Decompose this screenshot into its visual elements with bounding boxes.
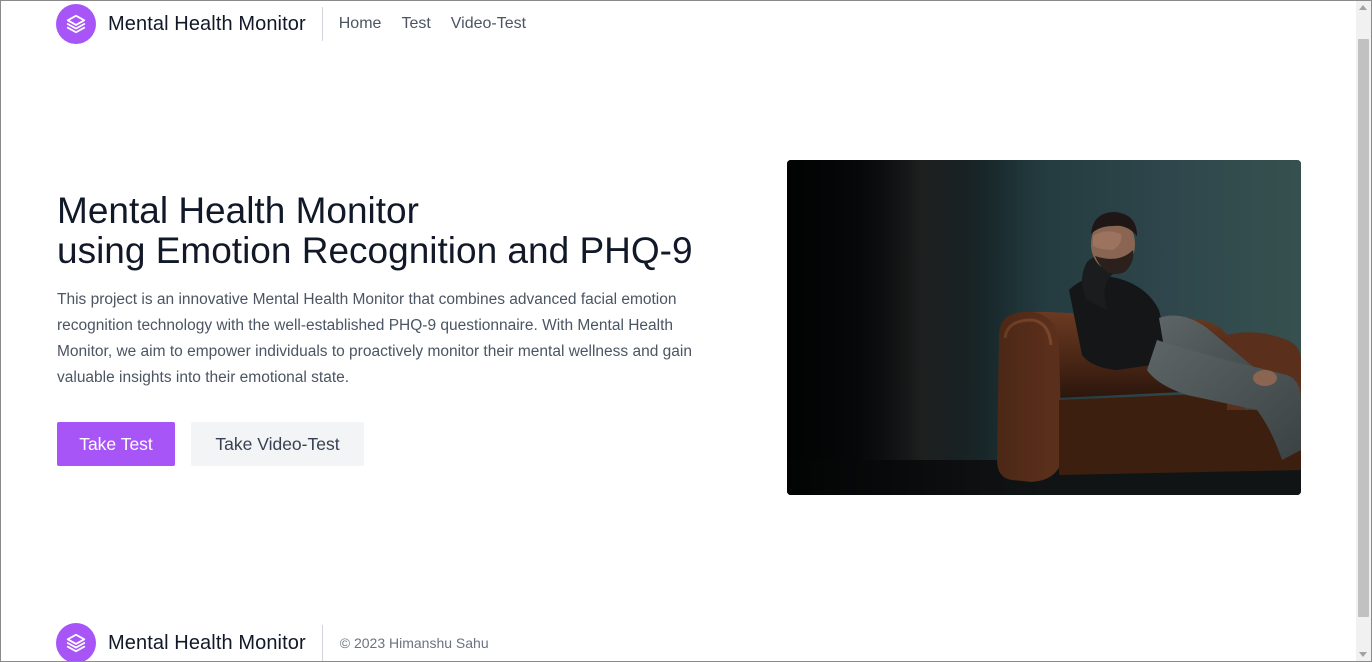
hero-title-line-1: Mental Health Monitor <box>57 190 419 231</box>
hero-title-line-2: using Emotion Recognition and PHQ-9 <box>57 230 693 271</box>
nav-link-home[interactable]: Home <box>339 15 382 33</box>
hero-illustration <box>787 160 1301 495</box>
header-divider <box>321 7 323 41</box>
copyright-text: © 2023 Himanshu Sahu <box>339 635 489 651</box>
site-header: Mental Health Monitor Home Test Video-Te… <box>56 4 526 44</box>
take-test-button[interactable]: Take Test <box>57 422 175 466</box>
hero-title: Mental Health Monitor using Emotion Reco… <box>57 191 693 271</box>
scroll-up-arrow-icon[interactable] <box>1359 5 1367 10</box>
nav-link-test[interactable]: Test <box>401 15 430 33</box>
main-nav: Home Test Video-Test <box>339 15 526 33</box>
nav-link-video-test[interactable]: Video-Test <box>451 15 526 33</box>
take-video-test-button[interactable]: Take Video-Test <box>191 422 364 466</box>
hero-image <box>787 160 1301 495</box>
vertical-scrollbar[interactable] <box>1356 1 1371 661</box>
site-footer: Mental Health Monitor © 2023 Himanshu Sa… <box>56 623 489 661</box>
scroll-down-arrow-icon[interactable] <box>1359 652 1367 657</box>
hero-description: This project is an innovative Mental Hea… <box>57 291 692 386</box>
scrollbar-thumb[interactable] <box>1358 39 1369 617</box>
layers-icon[interactable] <box>56 623 96 661</box>
footer-brand-title[interactable]: Mental Health Monitor <box>108 632 306 655</box>
layers-icon[interactable] <box>56 4 96 44</box>
brand-title[interactable]: Mental Health Monitor <box>108 13 306 36</box>
footer-divider <box>321 625 323 661</box>
browser-viewport: Mental Health Monitor Home Test Video-Te… <box>0 0 1372 662</box>
